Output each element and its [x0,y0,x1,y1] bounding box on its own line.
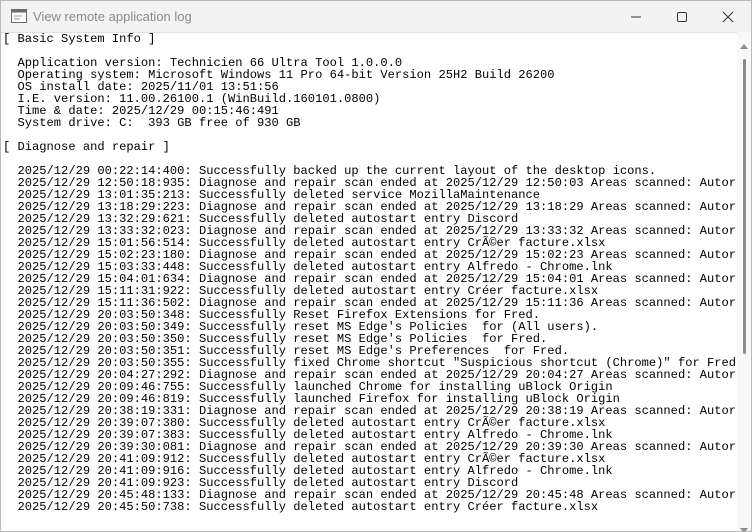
title-bar[interactable]: View remote application log [1,1,751,32]
minimize-button[interactable] [613,1,659,32]
log-line: [ Basic System Info ] [3,32,156,46]
window-title: View remote application log [33,9,192,24]
maximize-icon [676,11,688,23]
maximize-button[interactable] [659,1,705,32]
scrollbar-thumb[interactable] [743,59,746,354]
log-line: [ Diagnose and repair ] [3,140,170,154]
minimize-icon [630,11,642,23]
scroll-down-arrow-icon[interactable] [740,521,748,531]
log-text-area[interactable]: [ Basic System Info ] Application versio… [1,32,737,531]
window-icon [11,9,27,23]
scroll-up-arrow-icon[interactable] [740,36,748,54]
log-line: 2025/12/29 20:45:50:738: Successfully de… [3,500,599,514]
log-content: [ Basic System Info ] Application versio… [3,33,737,513]
log-line: System drive: C: 393 GB free of 930 GB [3,116,301,130]
close-icon [722,11,734,23]
close-button[interactable] [705,1,751,32]
log-viewer-window: View remote application log [ Basic Syst… [0,0,752,532]
vertical-scrollbar[interactable] [737,32,751,531]
